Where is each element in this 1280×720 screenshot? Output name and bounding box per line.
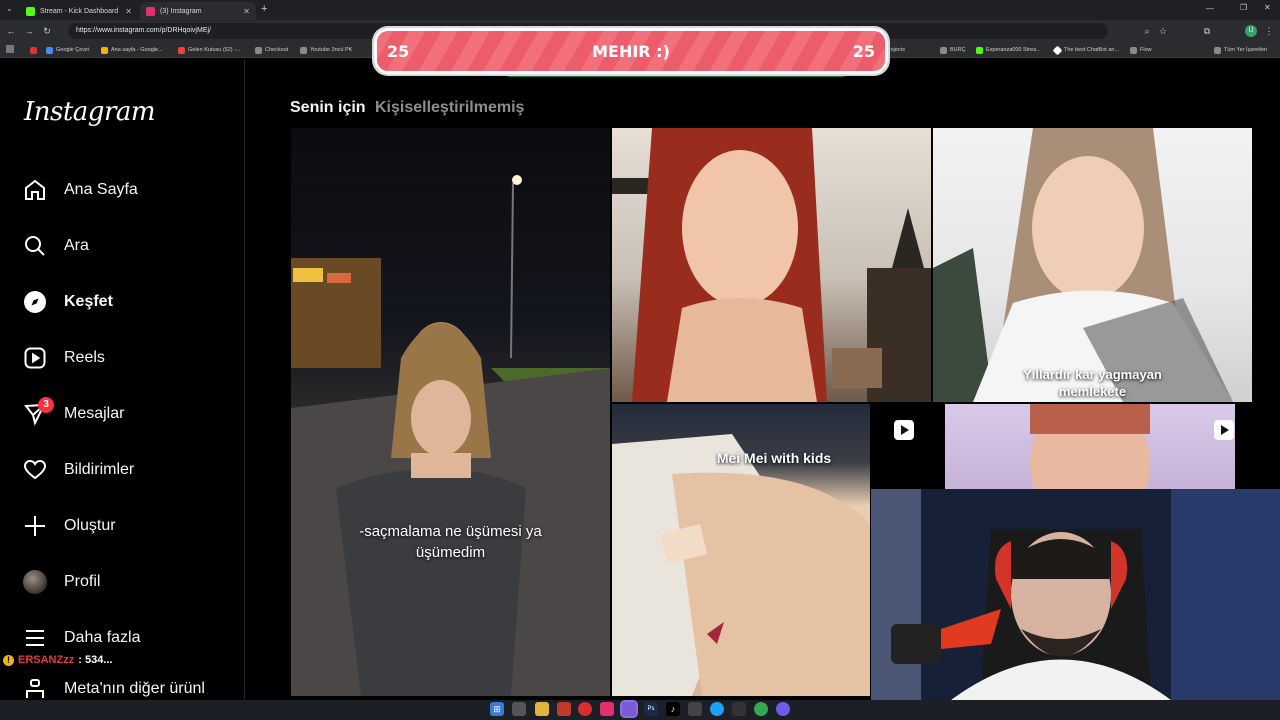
bookmark-item[interactable]: Gelen Kutusu (52) -... bbox=[178, 44, 241, 56]
meta-icon bbox=[22, 678, 48, 700]
reload-icon[interactable]: ↻ bbox=[40, 24, 54, 38]
discord-icon[interactable] bbox=[620, 700, 638, 718]
sidebar-item-reels[interactable]: Reels bbox=[22, 343, 105, 373]
bookmark-star-icon[interactable]: ☆ bbox=[1156, 24, 1170, 38]
sidebar-item-search[interactable]: Ara bbox=[22, 231, 89, 261]
plus-icon bbox=[22, 513, 48, 539]
bookmark-item[interactable] bbox=[30, 44, 37, 56]
sidebar-item-notifications[interactable]: Bildirimler bbox=[22, 455, 134, 485]
badge-icon: ! bbox=[3, 654, 14, 666]
maximize-icon[interactable]: ❐ bbox=[1240, 3, 1247, 12]
tile-caption: -saçmalama ne üşümesi ya üşümedim bbox=[359, 523, 542, 561]
reels-icon bbox=[22, 345, 48, 371]
sidebar-item-label: Reels bbox=[64, 349, 105, 366]
bookmark-item[interactable]: The best ChatBot an... bbox=[1052, 44, 1119, 56]
sidebar-item-explore[interactable]: Keşfet bbox=[22, 287, 113, 317]
back-icon[interactable]: ← bbox=[4, 24, 18, 38]
tab-title: Stream - Kick Dashboard bbox=[40, 7, 119, 15]
close-window-icon[interactable]: ✕ bbox=[1264, 3, 1271, 12]
bookmark-folder[interactable]: Youtube 3ncü PK bbox=[300, 44, 352, 56]
extensions-icon[interactable]: ⧉ bbox=[1200, 24, 1214, 38]
close-tab-icon[interactable]: ✕ bbox=[243, 7, 250, 16]
file-explorer-icon[interactable] bbox=[535, 702, 549, 716]
capcut-icon[interactable] bbox=[688, 702, 702, 716]
avatar bbox=[23, 570, 47, 594]
tile-caption: Yıllardır kar yagmayan memlekete bbox=[1023, 367, 1162, 399]
browser-icon[interactable] bbox=[557, 702, 571, 716]
chat-username: ERSANZzz bbox=[18, 654, 75, 666]
sidebar-item-label: Meta'nın diğer ürünl bbox=[64, 680, 205, 697]
close-tab-icon[interactable]: ✕ bbox=[125, 7, 132, 16]
home-icon bbox=[22, 177, 48, 203]
chat-text: : 534... bbox=[78, 654, 113, 666]
start-icon[interactable]: ⊞ bbox=[490, 702, 504, 716]
app-icon[interactable] bbox=[732, 702, 746, 716]
task-view-icon[interactable] bbox=[512, 702, 526, 716]
bookmark-item[interactable]: Ana sayfa - Google... bbox=[101, 44, 163, 56]
new-tab-icon[interactable]: + bbox=[261, 3, 267, 15]
sidebar-item-label: Ana Sayfa bbox=[64, 181, 138, 198]
tile-caption: Mei Mei with kids bbox=[716, 450, 832, 466]
notification-badge: 3 bbox=[38, 397, 54, 413]
sidebar-item-label: Keşfet bbox=[64, 293, 113, 310]
bookmark-item[interactable]: Google Çeviri bbox=[46, 44, 89, 56]
explore-tile-reel[interactable] bbox=[945, 404, 1235, 489]
sidebar-item-label: Profil bbox=[64, 573, 101, 590]
instagram-app-icon[interactable] bbox=[600, 702, 614, 716]
menu-icon bbox=[22, 625, 48, 651]
webcam-feed bbox=[871, 489, 1280, 700]
edge-icon[interactable] bbox=[710, 702, 724, 716]
bookmark-item[interactable]: Esperanza000 Strea... bbox=[976, 44, 1041, 56]
instagram-favicon-icon bbox=[146, 6, 155, 16]
opera-icon[interactable] bbox=[578, 702, 592, 716]
bookmark-item[interactable]: Checkout bbox=[255, 44, 288, 56]
chat-message: ! ERSANZzz : 534... bbox=[3, 654, 112, 666]
apps-icon[interactable] bbox=[6, 45, 14, 53]
sidebar-item-home[interactable]: Ana Sayfa bbox=[22, 175, 138, 205]
instagram-logo[interactable]: Instagram bbox=[24, 97, 156, 127]
goal-label: MEHIR :) bbox=[592, 42, 670, 61]
reel-icon bbox=[1214, 420, 1234, 440]
sidebar-item-more[interactable]: Daha fazla bbox=[22, 623, 141, 653]
sidebar-item-label: Oluştur bbox=[64, 517, 116, 534]
profile-avatar-icon[interactable]: U bbox=[1245, 25, 1257, 37]
sidebar-item-profile[interactable]: Profil bbox=[22, 567, 100, 597]
sidebar bbox=[0, 59, 245, 700]
heart-icon bbox=[22, 457, 48, 483]
explore-tile-post[interactable]: Yıllardır kar yagmayan memlekete bbox=[933, 128, 1252, 402]
bookmark-folder[interactable]: Tüm Yer İşaretleri bbox=[1214, 44, 1267, 56]
explore-tile-reel[interactable]: Mei Mei with kids bbox=[612, 404, 870, 696]
sidebar-item-label: Ara bbox=[64, 237, 89, 254]
browser-menu-icon[interactable]: ⋮ bbox=[1262, 24, 1276, 38]
browser-tab-kick[interactable]: Stream - Kick Dashboard ✕ bbox=[20, 2, 138, 20]
goal-right-count: 25 bbox=[852, 42, 875, 61]
search-icon bbox=[22, 233, 48, 259]
tiktok-icon[interactable]: ♪ bbox=[666, 702, 680, 716]
sidebar-item-meta[interactable]: Meta'nın diğer ürünl bbox=[22, 678, 205, 700]
bookmark-folder[interactable]: BURÇ bbox=[940, 44, 966, 56]
kick-favicon-icon bbox=[26, 6, 35, 16]
chrome-icon[interactable] bbox=[754, 702, 768, 716]
browser-tab-instagram[interactable]: (3) Instagram ✕ bbox=[140, 2, 256, 20]
zoom-icon[interactable]: ⌕ bbox=[1140, 24, 1154, 38]
tab-for-you[interactable]: Senin için bbox=[290, 99, 366, 117]
sidebar-item-label: Mesajlar bbox=[64, 405, 125, 422]
explore-tile-video[interactable]: -saçmalama ne üşümesi ya üşümedim bbox=[291, 128, 610, 696]
tab-list-icon[interactable]: ⌄ bbox=[6, 4, 13, 13]
photoshop-icon[interactable]: Ps bbox=[644, 702, 658, 716]
sidebar-item-create[interactable]: Oluştur bbox=[22, 511, 116, 541]
taskbar bbox=[0, 700, 1280, 720]
sidebar-item-label: Daha fazla bbox=[64, 629, 141, 646]
obs-icon[interactable] bbox=[776, 702, 790, 716]
tab-title: (3) Instagram bbox=[160, 7, 202, 15]
bookmark-folder[interactable]: Flow bbox=[1130, 44, 1152, 56]
sidebar-item-label: Bildirimler bbox=[64, 461, 135, 478]
reel-icon bbox=[894, 420, 914, 440]
compass-icon bbox=[22, 289, 48, 315]
minimize-icon[interactable]: — bbox=[1206, 4, 1214, 13]
explore-tile-post[interactable] bbox=[612, 128, 931, 402]
goal-overlay: 25 MEHIR :) 25 bbox=[374, 28, 888, 74]
tab-non-personalized[interactable]: Kişiselleştirilmemiş bbox=[375, 99, 524, 117]
forward-icon[interactable]: → bbox=[22, 24, 36, 38]
